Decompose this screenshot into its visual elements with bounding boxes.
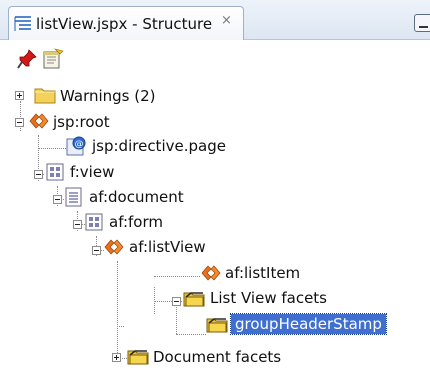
tree-node-warnings[interactable]: Warnings (2) [0, 83, 430, 109]
panel-header: listView.jspx - Structure × [0, 0, 430, 40]
tree-node-document-facets[interactable]: Document facets [0, 333, 430, 366]
tree-node-list-view-facets[interactable]: List View facets [0, 283, 430, 309]
tree-node-label: jsp:directive.page [92, 137, 226, 155]
tree-node-label: List View facets [210, 289, 327, 307]
tab-title: listView.jspx - Structure [36, 15, 213, 33]
tree-node-label: af:listItem [225, 264, 301, 282]
expand-toggle[interactable] [112, 353, 121, 362]
tree-node-label: af:form [109, 213, 163, 231]
tab-structure[interactable]: listView.jspx - Structure × [8, 6, 244, 40]
tree-node-label: Document facets [153, 348, 282, 366]
toolbar [0, 40, 430, 76]
directive-icon [66, 136, 88, 156]
tree-node-label: jsp:root [53, 113, 110, 131]
collapse-toggle[interactable] [34, 170, 43, 179]
tree-node-af-document[interactable]: af:document [0, 183, 430, 209]
collapse-toggle[interactable] [92, 246, 101, 255]
red-pushpin-icon[interactable] [16, 48, 38, 70]
folder-icon [34, 85, 56, 105]
minimize-button[interactable] [414, 14, 430, 32]
component-grid-icon [44, 162, 66, 182]
tree-node-f-view[interactable]: f:view [0, 158, 430, 184]
collapse-toggle[interactable] [53, 195, 62, 204]
facet-folder-icon [183, 288, 205, 308]
facet-folder-icon [127, 346, 149, 366]
tree-node-groupheaderstamp[interactable]: groupHeaderStamp [0, 308, 430, 335]
tree-node-label: af:listView [129, 238, 206, 256]
jsp-tag-icon [28, 111, 50, 131]
tree-node-jsp-root[interactable]: jsp:root [0, 108, 430, 134]
tree-node-label: f:view [70, 163, 115, 181]
tree-node-label: af:document [89, 188, 184, 206]
tree-node-af-listitem[interactable]: af:listItem [0, 258, 430, 284]
tree-node-jsp-directive-page[interactable]: jsp:directive.page [0, 132, 430, 158]
tree-node-label: Warnings (2) [60, 87, 156, 105]
close-icon[interactable]: × [221, 13, 232, 28]
collapse-toggle[interactable] [73, 220, 82, 229]
jsp-tag-icon [103, 237, 125, 257]
collapse-toggle[interactable] [15, 118, 24, 127]
structure-list-icon [14, 16, 31, 31]
document-icon [63, 187, 85, 207]
facet-folder-icon [206, 314, 228, 334]
expand-toggle[interactable] [15, 91, 24, 100]
edit-notepad-icon[interactable] [42, 48, 64, 70]
tree-node-af-listview[interactable]: af:listView [0, 233, 430, 259]
jsp-tag-icon [200, 263, 222, 283]
component-grid-icon [83, 212, 105, 232]
collapse-toggle[interactable] [172, 297, 181, 306]
tree-node-af-form[interactable]: af:form [0, 208, 430, 234]
tree-node-label-selected: groupHeaderStamp [230, 313, 387, 335]
structure-tree: Warnings (2) jsp:root jsp:directive.page… [0, 76, 430, 386]
